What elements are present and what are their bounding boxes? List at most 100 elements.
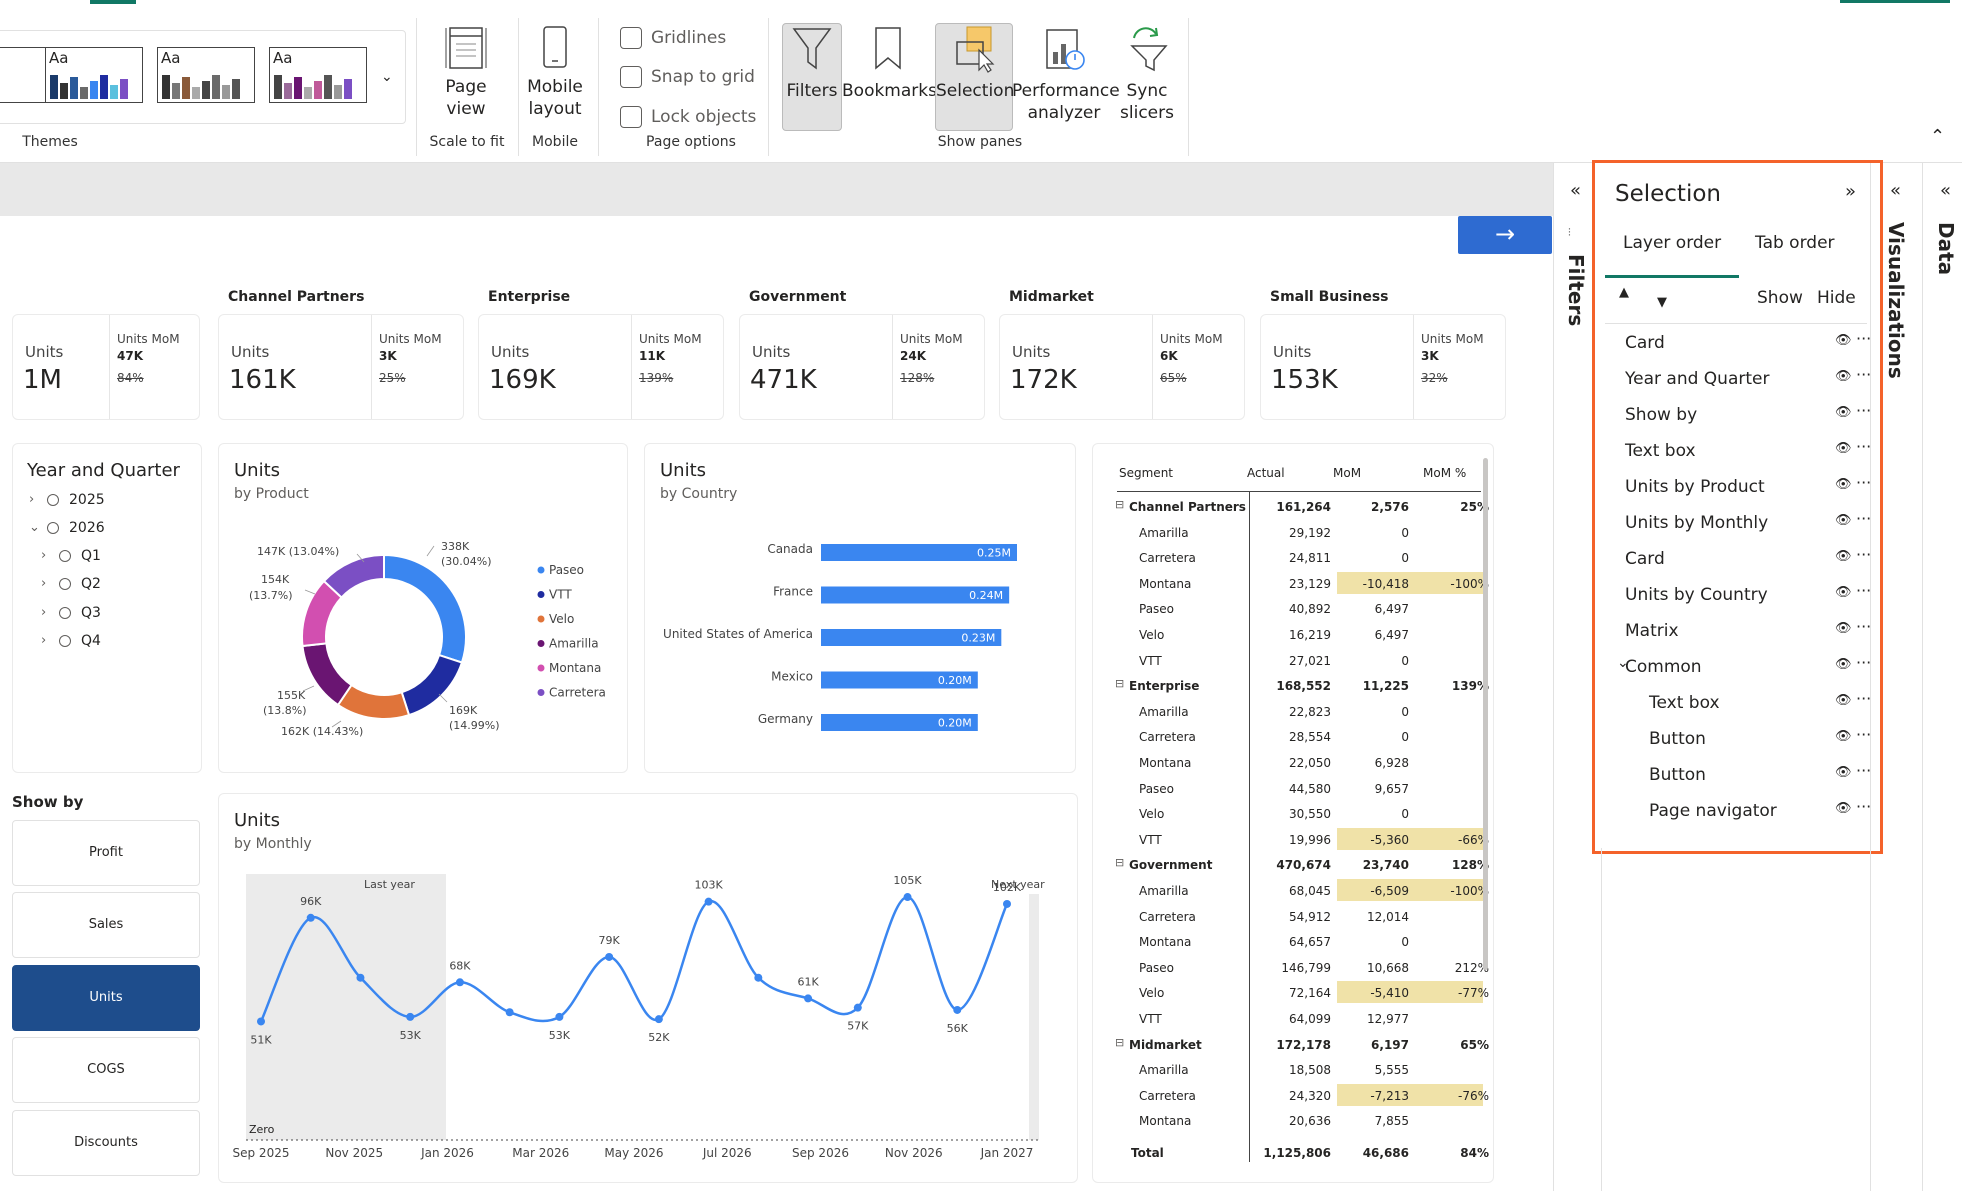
- more-options-icon[interactable]: ···: [1856, 509, 1871, 528]
- data-point[interactable]: [953, 1005, 962, 1014]
- eye-icon[interactable]: 👁: [1835, 549, 1852, 564]
- performance-analyzer-button[interactable]: Performance analyzer: [1012, 24, 1120, 124]
- table-row[interactable]: Paseo 40,892 6,497: [1107, 596, 1497, 621]
- table-row[interactable]: Velo 30,550 0: [1107, 801, 1497, 826]
- slicer-item[interactable]: ⌄ 2026: [29, 519, 179, 541]
- data-point[interactable]: [555, 1012, 564, 1021]
- table-row[interactable]: Amarilla 18,508 5,555: [1107, 1057, 1497, 1082]
- layer-item[interactable]: Card 👁 ···: [1605, 325, 1875, 361]
- expand-collapse-icon[interactable]: ⊟: [1115, 498, 1124, 511]
- table-row[interactable]: Carretera 28,554 0: [1107, 724, 1497, 749]
- eye-icon[interactable]: 👁: [1835, 765, 1852, 780]
- chevron-icon[interactable]: ›: [41, 548, 46, 563]
- data-point[interactable]: [754, 973, 763, 982]
- legend-label[interactable]: Paseo: [549, 563, 584, 577]
- collapse-data-icon[interactable]: «: [1940, 180, 1951, 201]
- chevron-down-icon[interactable]: ⌄: [381, 69, 393, 85]
- layer-item[interactable]: Year and Quarter 👁 ···: [1605, 361, 1875, 397]
- eye-icon[interactable]: 👁: [1835, 585, 1852, 600]
- page-view-button[interactable]: Page view: [426, 24, 506, 120]
- legend-label[interactable]: VTT: [549, 588, 572, 602]
- radio-icon[interactable]: [47, 494, 59, 506]
- layer-item[interactable]: Button 👁 ···: [1605, 721, 1875, 757]
- tab-layer-order[interactable]: Layer order: [1623, 233, 1721, 253]
- table-row[interactable]: Carretera 24,320 -7,213 -76%: [1107, 1083, 1497, 1108]
- slicer-item[interactable]: › 2025: [29, 491, 179, 513]
- tab-tab-order[interactable]: Tab order: [1755, 233, 1835, 253]
- theme-tile[interactable]: Aa: [45, 47, 143, 103]
- radio-icon[interactable]: [59, 550, 71, 562]
- legend-label[interactable]: Carretera: [549, 686, 606, 700]
- eye-icon[interactable]: 👁: [1835, 441, 1852, 456]
- table-row[interactable]: Montana 22,050 6,928: [1107, 750, 1497, 775]
- layer-item[interactable]: Show by 👁 ···: [1605, 397, 1875, 433]
- more-options-icon[interactable]: ···: [1856, 401, 1871, 420]
- more-options-icon[interactable]: ···: [1856, 545, 1871, 564]
- eye-icon[interactable]: 👁: [1835, 477, 1852, 492]
- layer-item[interactable]: Text box 👁 ···: [1605, 685, 1875, 721]
- table-row[interactable]: ⊟ Midmarket 172,178 6,197 65%: [1107, 1032, 1497, 1057]
- snap-checkbox[interactable]: Snap to grid: [620, 66, 755, 88]
- table-row[interactable]: Velo 16,219 6,497: [1107, 622, 1497, 647]
- data-point[interactable]: [804, 994, 813, 1003]
- sync-slicers-button[interactable]: Sync slicers: [1116, 24, 1178, 124]
- radio-icon[interactable]: [59, 578, 71, 590]
- donut-slice[interactable]: [301, 642, 353, 707]
- collapse-filters-icon[interactable]: «: [1570, 180, 1581, 201]
- table-row[interactable]: VTT 27,021 0: [1107, 648, 1497, 673]
- more-options-icon[interactable]: ···: [1856, 329, 1871, 348]
- layer-item[interactable]: Card 👁 ···: [1605, 541, 1875, 577]
- gridlines-checkbox[interactable]: Gridlines: [620, 27, 726, 49]
- table-row[interactable]: Carretera 24,811 0: [1107, 545, 1497, 570]
- layer-item[interactable]: Units by Country 👁 ···: [1605, 577, 1875, 613]
- page-navigator-button[interactable]: →: [1458, 216, 1552, 254]
- layer-item[interactable]: Page navigator 👁 ···: [1605, 793, 1875, 829]
- move-up-icon[interactable]: ▲: [1619, 285, 1629, 300]
- show-by-button[interactable]: COGS: [12, 1037, 200, 1103]
- layer-item[interactable]: Units by Product 👁 ···: [1605, 469, 1875, 505]
- theme-tile[interactable]: Aa: [269, 47, 367, 103]
- matrix-scrollbar[interactable]: [1483, 458, 1488, 970]
- more-options-icon[interactable]: ···: [1856, 653, 1871, 672]
- more-options-icon[interactable]: ···: [1856, 581, 1871, 600]
- data-point[interactable]: [853, 1003, 862, 1012]
- layer-item[interactable]: Units by Monthly 👁 ···: [1605, 505, 1875, 541]
- layer-item[interactable]: Matrix 👁 ···: [1605, 613, 1875, 649]
- lock-checkbox[interactable]: Lock objects: [620, 106, 756, 128]
- show-by-button[interactable]: Profit: [12, 820, 200, 886]
- data-point[interactable]: [455, 978, 464, 987]
- visualizations-pane-label[interactable]: Visualizations: [1884, 222, 1908, 379]
- eye-icon[interactable]: 👁: [1835, 369, 1852, 384]
- slicer-item[interactable]: › Q1: [41, 547, 191, 569]
- filters-pane-label[interactable]: Filters: [1564, 254, 1588, 326]
- eye-icon[interactable]: 👁: [1835, 333, 1852, 348]
- table-row[interactable]: VTT 64,099 12,977: [1107, 1006, 1497, 1031]
- legend-label[interactable]: Amarilla: [549, 637, 599, 651]
- data-pane-label[interactable]: Data: [1934, 222, 1958, 275]
- show-by-button[interactable]: Sales: [12, 892, 200, 958]
- more-options-icon[interactable]: ···: [1856, 437, 1871, 456]
- filters-pane-button[interactable]: Filters: [782, 23, 842, 131]
- slicer-item[interactable]: › Q2: [41, 575, 191, 597]
- chevron-icon[interactable]: ›: [41, 576, 46, 591]
- data-point[interactable]: [704, 897, 713, 906]
- eye-icon[interactable]: 👁: [1835, 657, 1852, 672]
- chevron-icon[interactable]: ›: [29, 492, 34, 507]
- data-point[interactable]: [406, 1012, 415, 1021]
- table-row[interactable]: Paseo 44,580 9,657: [1107, 776, 1497, 801]
- show-by-button[interactable]: Discounts: [12, 1110, 200, 1176]
- selection-pane-button[interactable]: Selection: [935, 23, 1014, 131]
- table-row[interactable]: Montana 64,657 0: [1107, 929, 1497, 954]
- table-row[interactable]: Carretera 54,912 12,014: [1107, 904, 1497, 929]
- table-row[interactable]: Amarilla 68,045 -6,509 -100%: [1107, 878, 1497, 903]
- more-options-icon[interactable]: ···: [1856, 473, 1871, 492]
- eye-icon[interactable]: 👁: [1835, 801, 1852, 816]
- table-row[interactable]: Paseo 146,799 10,668 212%: [1107, 955, 1497, 980]
- data-point[interactable]: [505, 1008, 514, 1017]
- radio-icon[interactable]: [59, 607, 71, 619]
- table-row[interactable]: Velo 72,164 -5,410 -77%: [1107, 980, 1497, 1005]
- table-row[interactable]: ⊟ Enterprise 168,552 11,225 139%: [1107, 673, 1497, 698]
- column-header[interactable]: Actual: [1247, 466, 1285, 480]
- layer-item[interactable]: Text box 👁 ···: [1605, 433, 1875, 469]
- collapse-ribbon-icon[interactable]: ⌃: [1930, 126, 1945, 147]
